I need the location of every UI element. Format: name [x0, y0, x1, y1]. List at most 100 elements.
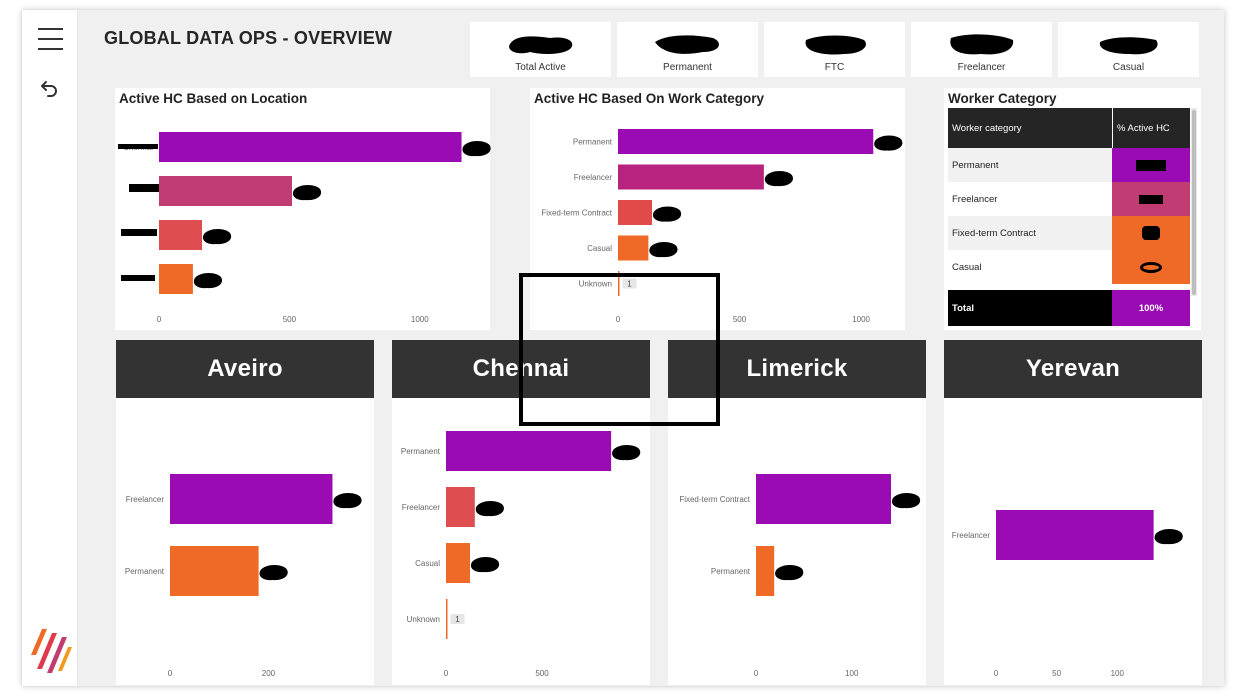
table-cell-category: Freelancer — [952, 193, 998, 205]
bar — [756, 474, 892, 524]
table-row[interactable]: Fixed-term Contract — [948, 216, 1190, 250]
location-card-chennai[interactable]: Chennai Permanent Freelancer Casual Unknown… — [392, 340, 650, 685]
redaction-mark — [655, 35, 719, 54]
kpi-card-ftc[interactable]: FTC — [764, 22, 905, 77]
kpi-card-freelancer[interactable]: Freelancer — [911, 22, 1052, 77]
bar — [446, 543, 470, 583]
redaction-mark — [805, 35, 866, 55]
data-label: 1 — [627, 280, 632, 289]
location-bar-chart: Chennai05001000 — [118, 132, 491, 324]
redaction-mark — [1139, 194, 1163, 204]
category-label: Permanent — [711, 567, 751, 576]
redaction-mark — [874, 135, 903, 151]
redaction-mark — [1142, 226, 1160, 240]
bar — [756, 546, 775, 596]
table-cell-category: Fixed-term Contract — [952, 227, 1036, 239]
x-tick-label: 500 — [733, 315, 747, 324]
worker-category-table[interactable]: Worker category % Active HC Permanent Fr… — [948, 108, 1190, 326]
redaction-mark — [121, 229, 157, 236]
location-name: Aveiro — [207, 355, 283, 382]
location-chart-panel[interactable]: Active HC Based on Location Chennai05001… — [115, 88, 491, 330]
redaction-mark — [891, 493, 921, 509]
location-header: Limerick — [668, 340, 926, 398]
kpi-card-total-active[interactable]: Total Active — [470, 22, 611, 77]
location-bar-chart: Fixed-term Contract Permanent 0 100 — [679, 474, 921, 678]
category-label: Freelancer — [952, 531, 991, 540]
x-tick-label: 100 — [1111, 669, 1125, 678]
location-header: Yerevan — [944, 340, 1202, 398]
column-header-active-hc[interactable]: % Active HC — [1112, 108, 1190, 148]
x-tick-label: 0 — [168, 669, 173, 678]
redaction-mark — [612, 445, 641, 461]
location-bar-chart: Freelancer Permanent 0 200 — [125, 474, 362, 678]
column-header-category[interactable]: Worker category — [948, 123, 1112, 134]
table-row[interactable]: Freelancer — [948, 182, 1190, 216]
redaction-mark — [1140, 261, 1162, 273]
bar — [996, 510, 1154, 560]
kpi-label: Freelancer — [957, 62, 1006, 73]
x-tick-label: 0 — [157, 315, 162, 324]
brand-logo-icon — [31, 629, 72, 673]
x-tick-label: 0 — [616, 315, 621, 324]
table-row[interactable]: Casual — [948, 250, 1190, 284]
redaction-mark — [259, 565, 288, 581]
redaction-mark — [1099, 37, 1158, 55]
kpi-card-permanent[interactable]: Permanent — [617, 22, 758, 77]
table-cell-value — [1112, 182, 1190, 216]
category-label: Fixed-term Contract — [541, 209, 612, 218]
table-cell-value — [1112, 148, 1190, 182]
location-name: Limerick — [746, 355, 848, 382]
bar — [159, 264, 193, 294]
bar — [618, 164, 764, 190]
redaction-mark — [118, 144, 158, 149]
location-bar-chart: Permanent Freelancer Casual Unknown 1 0 500 — [401, 431, 641, 678]
redaction-mark — [193, 273, 223, 289]
bar — [446, 599, 448, 639]
location-bar-chart: Freelancer 0 50 100 — [952, 510, 1183, 678]
location-name: Yerevan — [1025, 355, 1121, 382]
total-value: 100% — [1112, 290, 1190, 326]
redaction-mark — [509, 36, 573, 54]
location-name: Chennai — [472, 355, 570, 382]
redaction-mark — [202, 229, 232, 245]
kpi-row: Total Active Permanent FTC Freelancer Ca… — [470, 22, 1199, 77]
location-card-yerevan[interactable]: Yerevan Freelancer 0 50 100 — [944, 340, 1202, 685]
x-tick-label: 1000 — [411, 315, 429, 324]
category-label: Casual — [587, 244, 612, 253]
bar — [446, 487, 475, 527]
hamburger-icon[interactable] — [38, 28, 63, 52]
table-scrollbar[interactable] — [1191, 108, 1197, 296]
kpi-card-casual[interactable]: Casual — [1058, 22, 1199, 77]
table-row[interactable]: Permanent — [948, 148, 1190, 182]
kpi-label: FTC — [824, 62, 845, 73]
kpi-label: Permanent — [663, 62, 712, 73]
location-card-aveiro[interactable]: Aveiro Freelancer Permanent 0 200 — [116, 340, 374, 685]
x-tick-label: 200 — [262, 669, 276, 678]
scrollbar-thumb[interactable] — [1192, 110, 1196, 295]
bar — [170, 474, 333, 524]
redaction-mark — [333, 493, 362, 509]
x-tick-label: 0 — [994, 669, 999, 678]
category-label: Permanent — [573, 138, 613, 147]
category-label: Freelancer — [402, 503, 441, 512]
category-label: Unknown — [579, 280, 612, 289]
redaction-mark — [950, 34, 1014, 55]
redaction-mark — [292, 185, 322, 201]
data-label: 1 — [455, 615, 460, 624]
x-tick-label: 0 — [444, 669, 449, 678]
redaction-mark — [129, 184, 159, 192]
kpi-label: Casual — [1112, 62, 1145, 73]
redaction-mark — [470, 557, 500, 573]
bar — [170, 546, 259, 596]
work-category-chart-panel[interactable]: Active HC Based On Work Category Permane… — [530, 88, 905, 330]
back-arrow-icon[interactable] — [39, 78, 61, 100]
x-tick-label: 500 — [283, 315, 297, 324]
page-title: GLOBAL DATA OPS - OVERVIEW — [104, 28, 393, 48]
table-title: Worker Category — [948, 91, 1057, 106]
redaction-mark — [775, 565, 804, 581]
bar — [618, 271, 620, 296]
side-navigation — [22, 10, 78, 686]
bar — [618, 235, 649, 261]
work-category-bar-chart: Permanent Freelancer Fixed-term Contract Ca… — [541, 129, 903, 324]
location-card-limerick[interactable]: Limerick Fixed-term Contract Permanent 0 10… — [668, 340, 926, 685]
